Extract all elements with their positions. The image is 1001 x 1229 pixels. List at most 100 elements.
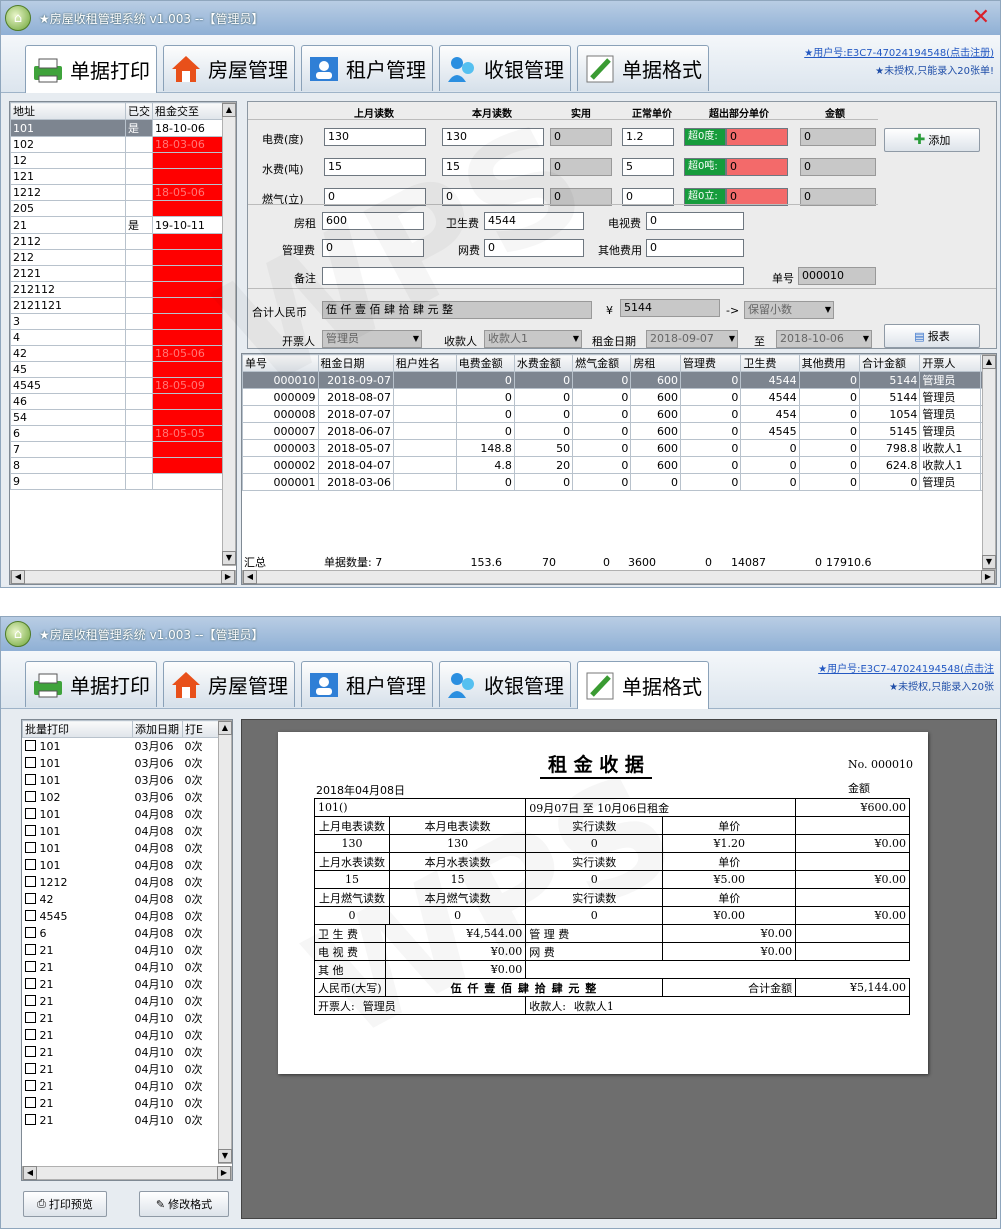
batch-row[interactable]: 21 04月10 0次 [23, 1010, 232, 1027]
tab-house-management[interactable]: 房屋管理 [163, 45, 295, 91]
batch-cell[interactable]: 21 [23, 959, 133, 976]
note-input[interactable] [322, 267, 744, 285]
management-fee-input[interactable]: 0 [322, 239, 424, 257]
decimal-select[interactable]: 保留小数 ▼ [744, 301, 834, 319]
tab-receipt-print[interactable]: 单据打印 [25, 45, 157, 93]
batch-cell[interactable]: 101 [23, 857, 133, 874]
list-col-header[interactable]: 开票人 [919, 354, 981, 372]
batch-cell[interactable]: 102 [23, 789, 133, 806]
address-row[interactable]: 2121121 [10, 297, 236, 314]
current-reading-input[interactable]: 15 [442, 158, 544, 176]
edit-format-button[interactable]: ✎ 修改格式 [139, 1191, 229, 1217]
list-col-header[interactable]: 燃气金额 [572, 354, 632, 372]
checkbox[interactable] [24, 1113, 36, 1125]
address-row[interactable]: 2112 [10, 233, 236, 250]
batch-row[interactable]: 21 04月10 0次 [23, 1044, 232, 1061]
tab-cashier-management[interactable]: 收银管理 [439, 661, 571, 707]
batch-cell[interactable]: 21 [23, 1112, 133, 1129]
chevron-down-icon[interactable]: ▼ [825, 303, 831, 317]
col-header-paid[interactable]: 已交 [125, 102, 153, 120]
address-row[interactable]: 6 18-05-05 [10, 425, 236, 442]
register-link[interactable]: ★用户号:E3C7-47024194548(点击注册) [804, 45, 994, 63]
batch-cell[interactable]: 101 [23, 755, 133, 772]
list-col-header[interactable]: 其他费用 [798, 354, 861, 372]
batch-cell[interactable]: 21 [23, 1095, 133, 1112]
batch-cell[interactable]: 21 [23, 1044, 133, 1061]
list-col-header[interactable]: 水费金额 [513, 354, 574, 372]
address-row[interactable]: 205 [10, 200, 236, 217]
address-row[interactable]: 3 [10, 313, 236, 330]
issuer-select[interactable]: 管理员 ▼ [322, 330, 422, 348]
scroll-left-icon[interactable]: ◀ [23, 1166, 37, 1180]
tab-tenant-management[interactable]: 租户管理 [301, 45, 433, 91]
address-row[interactable]: 42 18-05-06 [10, 345, 236, 362]
register-link[interactable]: ★用户号:E3C7-47024194548(点击注 [818, 661, 994, 679]
batch-row[interactable]: 21 04月10 0次 [23, 959, 232, 976]
batch-cell[interactable]: 21 [23, 1061, 133, 1078]
unit-price-input[interactable]: 5 [622, 158, 674, 176]
address-row[interactable]: 101 是 18-10-06 [10, 119, 236, 137]
scroll-left-icon[interactable]: ◀ [11, 570, 25, 584]
batch-row[interactable]: 21 04月10 0次 [23, 993, 232, 1010]
batch-cell[interactable]: 101 [23, 840, 133, 857]
address-row[interactable]: 2121 [10, 265, 236, 282]
print-preview-button[interactable]: ⎙ 打印预览 [23, 1191, 107, 1217]
chevron-down-icon[interactable]: ▼ [729, 332, 735, 346]
checkbox[interactable] [24, 875, 36, 887]
address-row[interactable]: 212 [10, 249, 236, 266]
receipt-row[interactable]: 0000012018-03-0600000000管理员1 [242, 473, 997, 491]
checkbox[interactable] [24, 739, 36, 751]
batch-cell[interactable]: 42 [23, 891, 133, 908]
address-row[interactable]: 121 [10, 168, 236, 185]
list-col-header[interactable]: 租户姓名 [393, 354, 457, 372]
tab-tenant-management[interactable]: 租户管理 [301, 661, 433, 707]
address-row[interactable]: 7 [10, 441, 236, 458]
vertical-scrollbar[interactable]: ▲ ▼ [218, 720, 232, 1164]
address-row[interactable]: 4 [10, 329, 236, 346]
batch-row[interactable]: 101 03月06 0次 [23, 772, 232, 789]
address-row[interactable]: 45 [10, 361, 236, 378]
checkbox[interactable] [24, 1045, 36, 1057]
receipt-row[interactable]: 0000092018-08-070006000454405144管理员1 [242, 388, 997, 406]
checkbox[interactable] [24, 994, 36, 1006]
address-row[interactable]: 212112 [10, 281, 236, 298]
checkbox[interactable] [24, 892, 36, 904]
horizontal-scrollbar[interactable]: ◀ ▶ [10, 570, 236, 584]
batch-cell[interactable]: 1212 [23, 874, 133, 891]
address-row[interactable]: 54 [10, 409, 236, 426]
scroll-down-icon[interactable]: ▼ [218, 1149, 232, 1163]
current-reading-input[interactable]: 130 [442, 128, 544, 146]
batch-cell[interactable]: 21 [23, 976, 133, 993]
scroll-down-icon[interactable]: ▼ [982, 555, 996, 569]
checkbox[interactable] [24, 1096, 36, 1108]
batch-row[interactable]: 42 04月08 0次 [23, 891, 232, 908]
batch-cell[interactable]: 101 [23, 772, 133, 789]
address-row[interactable]: 21 是 19-10-11 [10, 216, 236, 234]
batch-row[interactable]: 21 04月10 0次 [23, 1027, 232, 1044]
tab-receipt-format[interactable]: 单据格式 [577, 661, 709, 709]
tab-receipt-format[interactable]: 单据格式 [577, 45, 709, 91]
tab-house-management[interactable]: 房屋管理 [163, 661, 295, 707]
batch-row[interactable]: 101 04月08 0次 [23, 840, 232, 857]
date-to-picker[interactable]: 2018-10-06 ▼ [776, 330, 872, 348]
over-price-input[interactable]: 0 [726, 158, 788, 176]
batch-cell[interactable]: 21 [23, 1078, 133, 1095]
rent-input[interactable]: 600 [322, 212, 424, 230]
batch-cell[interactable]: 6 [23, 925, 133, 942]
checkbox[interactable] [24, 1062, 36, 1074]
receiver-select[interactable]: 收款人1 ▼ [484, 330, 582, 348]
col-header-add-date[interactable]: 添加日期 [132, 720, 183, 738]
batch-row[interactable]: 21 04月10 0次 [23, 1112, 232, 1129]
horizontal-scrollbar[interactable]: ◀ ▶ [242, 570, 996, 584]
address-row[interactable]: 8 [10, 457, 236, 474]
vertical-scrollbar[interactable]: ▲ ▼ [222, 102, 236, 566]
batch-cell[interactable]: 101 [23, 738, 133, 755]
unit-price-input[interactable]: 1.2 [622, 128, 674, 146]
checkbox[interactable] [24, 909, 36, 921]
batch-row[interactable]: 6 04月08 0次 [23, 925, 232, 942]
checkbox[interactable] [24, 1079, 36, 1091]
batch-cell[interactable]: 21 [23, 942, 133, 959]
address-row[interactable]: 102 18-03-06 [10, 136, 236, 153]
report-button[interactable]: ▤ 报表 [884, 324, 980, 348]
batch-row[interactable]: 101 04月08 0次 [23, 823, 232, 840]
